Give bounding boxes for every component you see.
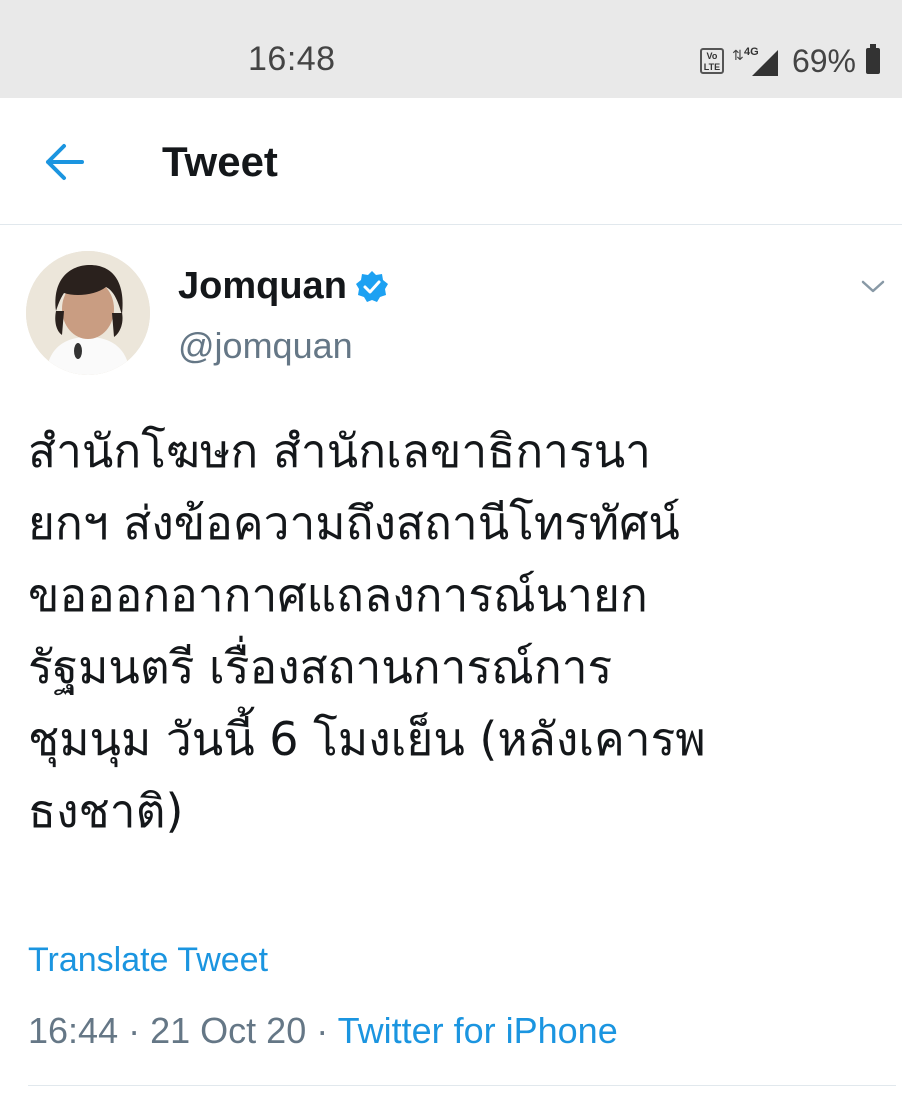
tweet-menu-button[interactable] [858, 273, 888, 299]
tweet-text: สำนักโฆษก สำนักเลขาธิการนา ยกฯ ส่งข้อควา… [28, 424, 706, 838]
page-title: Tweet [162, 138, 278, 185]
avatar[interactable] [26, 251, 150, 375]
tweet-date: 21 Oct 20 [150, 1010, 307, 1051]
divider [28, 1085, 896, 1086]
translate-tweet-link[interactable]: Translate Tweet [28, 941, 268, 980]
chevron-down-icon [861, 280, 885, 293]
battery-icon [866, 44, 880, 74]
app-header: Tweet [0, 98, 902, 225]
author-name[interactable]: Jomquan [178, 265, 389, 308]
status-bar: 16:48 Vo LTE ⇅ 4G 69% [0, 0, 902, 98]
author-name-text: Jomquan [178, 265, 347, 307]
signal-icon [751, 50, 778, 76]
back-button[interactable] [42, 142, 86, 182]
status-time: 16:48 [248, 40, 336, 78]
author-handle[interactable]: @jomquan [178, 325, 353, 367]
arrow-left-icon [46, 144, 84, 180]
tweet-source-link[interactable]: Twitter for iPhone [338, 1010, 618, 1051]
battery-percent: 69% [791, 42, 856, 79]
meta-separator: · [316, 1010, 329, 1051]
status-icons: Vo LTE ⇅ 4G 69% [699, 40, 880, 82]
volte-icon: Vo LTE [699, 48, 724, 74]
tweet-time: 16:44 [28, 1010, 119, 1051]
data-arrows-icon: ⇅ [731, 47, 744, 63]
tweet-meta: 16:44 · 21 Oct 20 · Twitter for iPhone [28, 1010, 618, 1052]
verified-badge-icon [355, 270, 388, 302]
network-indicator: ⇅ 4G [732, 46, 778, 76]
avatar-image [26, 251, 150, 375]
volte-label: Vo LTE [703, 51, 721, 72]
meta-separator: · [128, 1010, 141, 1051]
